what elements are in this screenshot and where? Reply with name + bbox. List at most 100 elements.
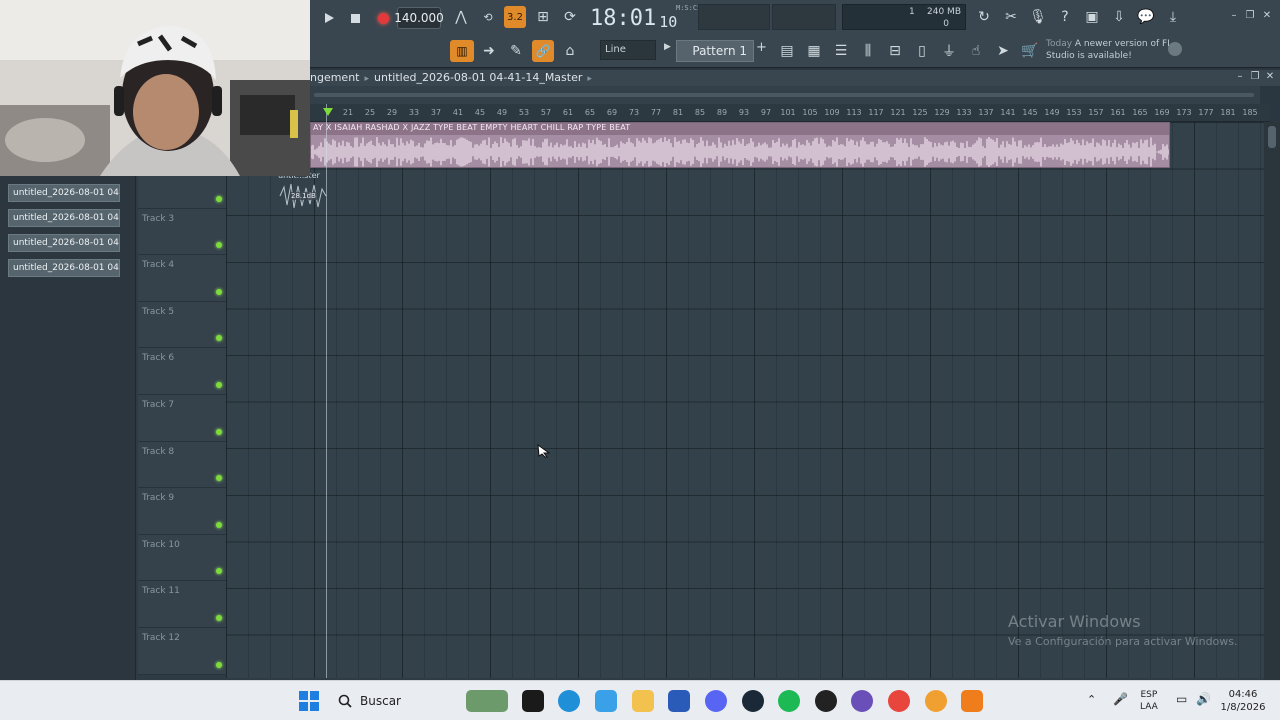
master-volume-meter[interactable] <box>698 4 770 30</box>
news-globe-icon[interactable] <box>1168 42 1182 56</box>
picker-item[interactable]: untitled_2026-08-01 04-... <box>8 234 120 252</box>
playhead[interactable] <box>326 104 327 678</box>
spotify-icon[interactable] <box>778 690 800 712</box>
vertical-scroll-thumb[interactable] <box>1268 126 1276 148</box>
track-mute-led-icon[interactable] <box>216 568 222 575</box>
edge-icon[interactable] <box>558 690 580 712</box>
microphone-tray-icon[interactable]: 🎤 <box>1113 692 1128 706</box>
pattern-selector[interactable]: Pattern 1 <box>676 40 754 62</box>
track-header[interactable]: Track 12 <box>138 628 226 675</box>
step-record-icon[interactable]: ⊞ <box>532 6 554 28</box>
tempo-display[interactable]: 140.000 <box>394 7 444 29</box>
language-indicator[interactable]: ESP LAA <box>1140 689 1158 713</box>
stop-button[interactable] <box>344 7 366 29</box>
mode-badge-button[interactable]: 3.2 <box>504 6 526 28</box>
cart-icon[interactable]: 🛒 <box>1019 40 1041 62</box>
system-clock[interactable]: 04:46 1/8/2026 <box>1218 688 1268 714</box>
add-pattern-button[interactable]: + <box>756 40 768 62</box>
store-icon[interactable] <box>668 690 690 712</box>
tray-chevron-icon[interactable]: ⌃ <box>1087 693 1096 706</box>
master-clip[interactable]: untit...ster 28.1dB <box>278 171 328 211</box>
chat-icon[interactable]: 💬 <box>1135 6 1157 28</box>
track-mute-led-icon[interactable] <box>216 428 222 435</box>
playlist-close-icon[interactable]: ✕ <box>1264 71 1276 83</box>
track-header[interactable]: Track 11 <box>138 581 226 628</box>
track-mute-led-icon[interactable] <box>216 614 222 621</box>
plugin-icon[interactable]: ⏚ <box>938 40 960 62</box>
track-mute-led-icon[interactable] <box>216 288 222 295</box>
track-header[interactable]: Track 3 <box>138 208 226 256</box>
track-header[interactable]: Track 6 <box>138 348 226 395</box>
restore-icon[interactable]: ❐ <box>1244 10 1256 22</box>
stamp-icon[interactable]: ⌂ <box>559 40 581 62</box>
track-mute-led-icon[interactable] <box>216 242 222 249</box>
track-header[interactable]: Track 4 <box>138 255 226 302</box>
steam-icon[interactable] <box>742 690 764 712</box>
browser-icon[interactable]: ⊟ <box>884 40 906 62</box>
close-icon[interactable]: ✕ <box>1261 10 1273 22</box>
track-mute-led-icon[interactable] <box>216 475 222 482</box>
track-mute-led-icon[interactable] <box>216 521 222 528</box>
mixer-icon[interactable]: ⫼ <box>857 40 879 62</box>
playlist-minimize-icon[interactable]: – <box>1234 71 1246 83</box>
chat-app-icon[interactable] <box>851 690 873 712</box>
volume-icon[interactable]: 🔊 <box>1196 692 1211 706</box>
news-panel[interactable]: Today A newer version of FL Studio is av… <box>1046 38 1186 66</box>
browser-app-icon[interactable] <box>925 690 947 712</box>
minimize-icon[interactable]: – <box>1228 10 1240 22</box>
file-icon[interactable]: ▯ <box>911 40 933 62</box>
wait-input-icon[interactable]: ⟲ <box>477 6 499 28</box>
link-button[interactable]: 🔗 <box>532 40 554 62</box>
file-explorer-icon[interactable] <box>632 690 654 712</box>
playlist-grid[interactable] <box>226 122 1264 678</box>
audio-clip[interactable]: AY X ISAIAH RASHAD X JAZZ TYPE BEAT EMPT… <box>310 122 1170 168</box>
channel-rack-icon[interactable]: ☰ <box>830 40 852 62</box>
piano-roll-icon[interactable]: ▦ <box>803 40 825 62</box>
network-icon[interactable]: ▭ <box>1176 692 1187 706</box>
pattern-prev-arrow-icon[interactable]: ▶ <box>664 42 674 60</box>
loop-record-icon[interactable]: ⟳ <box>559 6 581 28</box>
playlist-icon[interactable]: ▤ <box>776 40 798 62</box>
horizontal-scrollbar[interactable] <box>310 86 1260 104</box>
vertical-scrollbar[interactable] <box>1264 122 1280 680</box>
obs-icon[interactable] <box>815 690 837 712</box>
track-header[interactable]: Track 5 <box>138 301 226 349</box>
windows-start-icon[interactable] <box>298 690 320 712</box>
picker-item[interactable]: untitled_2026-08-01 04-... <box>8 209 120 227</box>
track-header[interactable]: Track 8 <box>138 441 226 489</box>
breadcrumb-project[interactable]: untitled_2026-08-01 04-41-14_Master <box>374 71 582 84</box>
snap-select[interactable]: Line <box>600 40 656 60</box>
picker-item[interactable]: untitled_2026-08-01 04-... <box>8 184 120 202</box>
picker-item[interactable]: untitled_2026-08-01 04-... <box>8 259 120 277</box>
save-icon[interactable]: ▣ <box>1081 6 1103 28</box>
cut-icon[interactable]: ✂ <box>1000 6 1022 28</box>
playlist-view-button[interactable]: ▥ <box>450 40 474 62</box>
playlist-restore-icon[interactable]: ❐ <box>1249 71 1261 83</box>
chrome-icon[interactable] <box>888 690 910 712</box>
epic-games-icon[interactable] <box>522 690 544 712</box>
track-header[interactable]: Track 9 <box>138 488 226 535</box>
microphone-icon[interactable]: 🎙 <box>1027 6 1049 28</box>
download-icon[interactable]: ⤓ <box>1162 6 1184 28</box>
discord-icon[interactable] <box>705 690 727 712</box>
track-mute-led-icon[interactable] <box>216 381 222 388</box>
fl-studio-icon[interactable] <box>961 690 983 712</box>
breadcrumb-arrangement[interactable]: ngement <box>310 71 360 84</box>
track-mute-led-icon[interactable] <box>216 661 222 668</box>
touch-keyboard-icon[interactable]: ☝ <box>965 40 987 62</box>
send-icon[interactable]: ➤ <box>992 40 1014 62</box>
metronome-icon[interactable]: ⋀ <box>450 6 472 28</box>
arrow-right-icon[interactable]: ➜ <box>478 40 500 62</box>
track-header[interactable]: Track 10 <box>138 534 226 582</box>
track-header[interactable]: Track 7 <box>138 395 226 442</box>
track-mute-led-icon[interactable] <box>216 335 222 342</box>
render-icon[interactable]: ⇩ <box>1108 6 1130 28</box>
widgets-landscape-icon[interactable] <box>466 690 508 712</box>
timeline-ruler[interactable]: 21 25 29 33 37 41 45 49 53 57 61 65 69 73 77 81 85 89 93 97… <box>310 104 1270 122</box>
record-button[interactable] <box>372 7 394 29</box>
playhead-marker-icon[interactable] <box>323 108 333 116</box>
master-pitch-meter[interactable] <box>772 4 836 30</box>
help-icon[interactable]: ? <box>1054 6 1076 28</box>
play-button[interactable] <box>318 7 340 29</box>
track-mute-led-icon[interactable] <box>216 195 222 202</box>
